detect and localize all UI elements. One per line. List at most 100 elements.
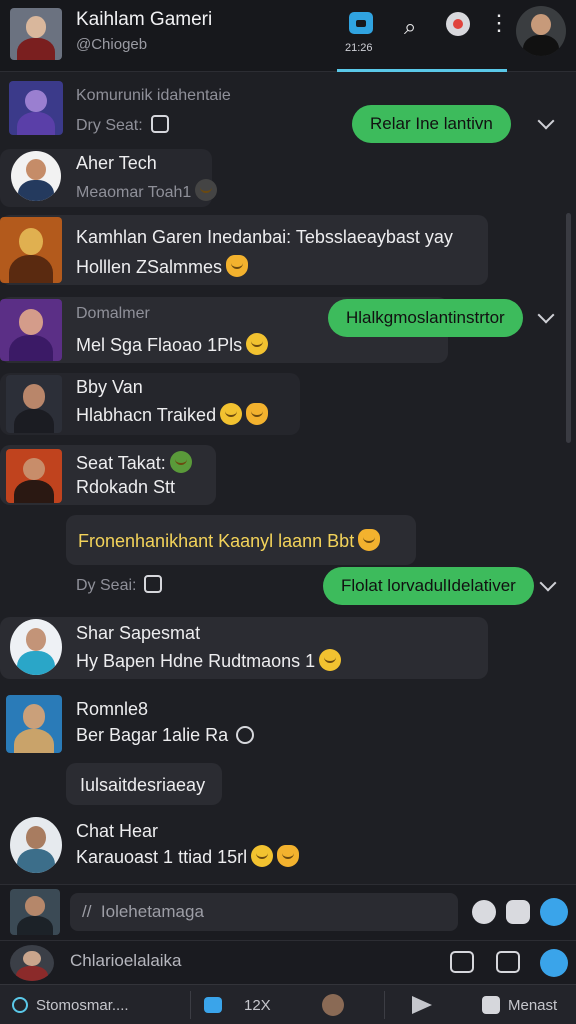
bottom-item-user[interactable]	[322, 991, 344, 1019]
message-text: Karauoast 1 ttiad 15rl	[76, 847, 248, 867]
channel-title: Kaihlam Gameri	[76, 9, 213, 30]
active-tab-indicator	[337, 69, 507, 72]
message-row: Dy Seai: Flolat lorvadulIdelativer	[0, 567, 576, 609]
message-input[interactable]	[70, 893, 458, 931]
reply-pill[interactable]: Hlalkgmoslantinstrtor	[328, 299, 523, 337]
avatar[interactable]	[11, 151, 61, 201]
message-text: Hy Bapen Hdne Rudtmaons 1	[76, 651, 316, 671]
reaction-icon[interactable]	[540, 898, 568, 926]
bottom-item-voice[interactable]: 12X	[204, 991, 271, 1019]
message-row: Kamhlan Garen Inedanbai: Tebsslaeaybast …	[0, 213, 576, 289]
smile-emoji-icon	[251, 845, 274, 867]
status-avatar[interactable]	[10, 945, 54, 981]
tab-voice[interactable]: 21:26	[337, 6, 393, 72]
divider	[384, 991, 385, 1019]
clap-emoji-icon	[358, 529, 381, 551]
gallery-icon[interactable]	[496, 951, 520, 973]
message-text: Fronenhanikhant Kaanyl laann Bbt	[78, 531, 355, 551]
chat-icon	[144, 575, 163, 593]
smile-emoji-icon	[220, 403, 243, 425]
sender-name: Bby Van	[76, 377, 143, 397]
bottom-item-share[interactable]	[412, 991, 432, 1019]
bottom-item-menu[interactable]: Menast	[482, 991, 557, 1019]
reply-pill[interactable]: Flolat lorvadulIdelativer	[323, 567, 534, 605]
message-row: Aher Tech Meaomar Toah1	[0, 147, 576, 209]
menu-icon	[482, 996, 500, 1014]
avatar[interactable]	[6, 375, 62, 433]
message-composer	[0, 884, 576, 940]
share-icon	[412, 996, 432, 1014]
message-sub: Dry Seat:	[76, 117, 143, 134]
clock-icon	[195, 179, 218, 201]
avatar[interactable]	[9, 81, 63, 135]
star-emoji-icon	[169, 451, 192, 473]
message-meta: Komurunik idahentaie	[76, 87, 231, 104]
message-row: Shar Sapesmat Hy Bapen Hdne Rudtmaons 1	[0, 615, 576, 683]
sticker-icon[interactable]	[506, 900, 530, 924]
composer-avatar[interactable]	[10, 889, 60, 935]
message-text: Kamhlan Garen Inedanbai: Tebsslaeaybast …	[76, 227, 453, 247]
message-row: Iulsaitdesriaeay	[0, 763, 576, 807]
message-row: Romnle8 Ber Bagar 1alie Ra	[0, 691, 576, 759]
avatar[interactable]	[6, 449, 62, 503]
chevron-down-icon[interactable]	[539, 574, 557, 592]
message-meta: Domalmer	[76, 305, 150, 322]
sparkle-emoji-icon	[246, 403, 269, 425]
message-text: Hlabhacn Traiked	[76, 405, 217, 425]
avatar[interactable]	[10, 619, 62, 675]
bottom-item-voice-label: 12X	[244, 996, 271, 1014]
message-text: Rdokadn Stt	[76, 477, 176, 497]
message-text: Holllen ZSalmmes	[76, 257, 223, 277]
chat-header: Kaihlam Gameri @Chiogeb 21:26 ⌕ ⋮	[0, 0, 576, 72]
send-icon[interactable]	[540, 949, 568, 977]
bottom-item-menu-label: Menast	[508, 996, 558, 1014]
divider	[190, 991, 191, 1019]
message-sub: Dy Seai:	[76, 577, 137, 594]
record-icon[interactable]	[446, 12, 470, 36]
bottom-item-channel-label: Stomosmar....	[36, 996, 129, 1014]
message-row: Seat Takat: Rdokadn Stt	[0, 443, 576, 507]
more-icon[interactable]: ⋮	[488, 10, 510, 36]
sender-name: Chat Hear	[76, 821, 159, 841]
channel-avatar[interactable]	[10, 8, 62, 60]
avatar[interactable]	[0, 217, 62, 283]
sender-name: Romnle8	[76, 699, 149, 719]
voice-icon	[204, 997, 222, 1013]
grin-emoji-icon	[246, 333, 269, 355]
user-avatar[interactable]	[516, 6, 566, 56]
wave-emoji-icon	[226, 255, 249, 277]
message-row: Domalmer Mel Sga Flaoao 1Pls Hlalkgmosla…	[0, 295, 576, 365]
bottom-item-channel[interactable]: Stomosmar....	[12, 991, 129, 1019]
link-icon[interactable]: ⌕	[404, 14, 416, 40]
message-text: Mel Sga Flaoao 1Pls	[76, 335, 243, 355]
sparkle-emoji-icon	[277, 845, 300, 867]
emoji-picker-icon[interactable]	[472, 900, 496, 924]
bottom-bar: Stomosmar.... 12X Menast	[0, 984, 576, 1024]
sender-name: Shar Sapesmat	[76, 623, 201, 643]
at-icon	[236, 726, 255, 744]
message-sub: Meaomar Toah1	[76, 184, 192, 201]
video-icon[interactable]	[450, 951, 474, 973]
tab-voice-label: 21:26	[345, 42, 373, 54]
channel-icon	[12, 997, 28, 1013]
message-row: Bby Van Hlabhacn Traiked	[0, 371, 576, 439]
message-row: Fronenhanikhant Kaanyl laann Bbt	[0, 513, 576, 567]
status-text: Chlarioelalaika	[70, 951, 182, 970]
message-text: Iulsaitdesriaeay	[80, 775, 206, 795]
message-row: Chat Hear Karauoast 1 ttiad 15rl	[0, 813, 576, 877]
avatar[interactable]	[6, 695, 62, 753]
chat-icon	[150, 115, 169, 133]
sender-name: Seat Takat:	[76, 453, 166, 473]
message-row: Komurunik idahentaie Dry Seat: Relar Ine…	[0, 79, 576, 143]
chevron-down-icon[interactable]	[537, 306, 555, 324]
status-strip: Chlarioelalaika	[0, 940, 576, 984]
user-avatar-icon	[322, 994, 344, 1016]
chevron-down-icon[interactable]	[537, 112, 555, 130]
voice-channel-icon	[349, 12, 373, 34]
avatar[interactable]	[10, 817, 62, 873]
message-text: Ber Bagar 1alie Ra	[76, 725, 229, 745]
message-feed[interactable]: Komurunik idahentaie Dry Seat: Relar Ine…	[0, 73, 576, 883]
channel-handle: @Chiogeb	[76, 36, 148, 53]
reply-pill[interactable]: Relar Ine lantivn	[352, 105, 511, 143]
avatar[interactable]	[0, 299, 62, 361]
